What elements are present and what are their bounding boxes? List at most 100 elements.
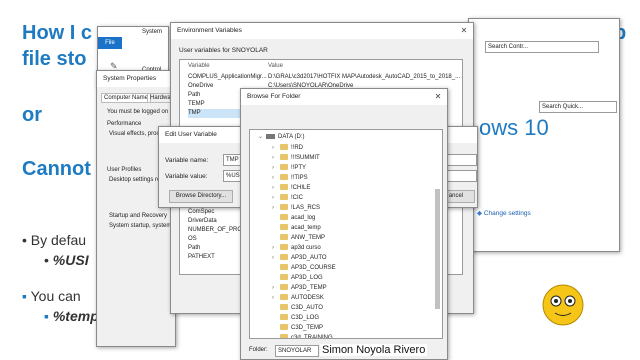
folder-item-label: AUTODESK: [291, 295, 324, 301]
chevron-right-icon[interactable]: ›: [272, 143, 280, 153]
folder-item[interactable]: › ap3d curso: [272, 243, 321, 253]
chevron-right-icon[interactable]: ›: [272, 243, 280, 253]
slide-title-line2: file sto: [22, 48, 87, 70]
tab-computer-name[interactable]: Computer Name: [101, 93, 152, 103]
variable-value-label: Variable value:: [165, 173, 208, 180]
folder-item[interactable]: › !LAS_RCS: [272, 203, 320, 213]
search-control-panel-input[interactable]: Search Contr...: [485, 41, 599, 53]
folder-item[interactable]: ANW_TEMP: [272, 233, 325, 243]
folder-item[interactable]: c3d_TRAINING: [272, 333, 333, 338]
chevron-right-icon[interactable]: ›: [272, 203, 280, 213]
system-var-row[interactable]: DriverData: [188, 217, 217, 226]
folder-item-label: ANW_TEMP: [291, 235, 326, 241]
folder-item[interactable]: › !!TIPS: [272, 173, 308, 183]
folder-item[interactable]: acad_temp: [272, 223, 321, 233]
folder-item[interactable]: C3D_AUTO: [272, 303, 323, 313]
user-var-value: D:\GRAL\c3d2017\HOTFIX MAP\Autodesk_Auto…: [268, 74, 461, 80]
folder-item[interactable]: AP3D_LOG: [272, 273, 323, 283]
folder-item[interactable]: AP3D_COURSE: [272, 263, 336, 273]
system-var-row[interactable]: PATHEXT: [188, 253, 215, 262]
folder-item[interactable]: C3D_TEMP: [272, 323, 323, 333]
folder-icon: [280, 144, 288, 151]
folder-item-label: AP3D_LOG: [291, 275, 323, 281]
chevron-right-icon[interactable]: ›: [272, 183, 280, 193]
chevron-right-icon[interactable]: ›: [272, 153, 280, 163]
scrollbar-thumb[interactable]: [435, 189, 440, 309]
user-profiles-label: User Profiles: [107, 167, 142, 173]
folder-icon: [280, 244, 288, 251]
folder-icon: [280, 154, 288, 161]
chevron-down-icon[interactable]: ⌄: [258, 132, 266, 142]
folder-item[interactable]: › !!RD: [272, 143, 303, 153]
folder-icon: [280, 234, 288, 241]
user-var-row[interactable]: Path: [188, 91, 200, 100]
close-icon[interactable]: ✕: [455, 23, 473, 39]
file-tab[interactable]: File: [98, 37, 122, 49]
presenter-name: Simon Noyola Rivero: [320, 344, 428, 356]
folder-item-label: !!TIPS: [291, 175, 308, 181]
startup-desc: System startup, system f: [109, 223, 175, 229]
folder-icon: [280, 254, 288, 261]
user-vars-label: User variables for SNOYOLAR: [179, 47, 268, 54]
user-profiles-desc: Desktop settings rel: [109, 177, 162, 183]
folder-item-label: AP3D_AUTO: [291, 255, 327, 261]
folder-item[interactable]: › AP3D_TEMP: [272, 283, 327, 293]
folder-icon: [280, 264, 288, 271]
chevron-right-icon[interactable]: ›: [272, 253, 280, 263]
folder-item-label: !CIC: [291, 195, 303, 201]
col-value-header[interactable]: Value: [268, 62, 283, 71]
system-var-row[interactable]: ComSpec: [188, 208, 214, 217]
col-variable-header[interactable]: Variable: [188, 62, 210, 71]
system-var-row[interactable]: Path: [188, 244, 200, 253]
chevron-right-icon[interactable]: ›: [272, 163, 280, 173]
folder-icon: [280, 314, 288, 321]
user-var-row[interactable]: COMPLUS_ApplicationMigr...: [188, 73, 267, 82]
bullet-1: • By defau: [22, 232, 87, 248]
slide-cannot-label: Cannot: [22, 158, 91, 180]
logged-on-note: You must be logged on a: [107, 109, 174, 115]
bullet-1-sub: • %USI: [44, 252, 89, 268]
search-quick-input[interactable]: Search Quick...: [539, 101, 617, 113]
close-icon[interactable]: ✕: [429, 89, 447, 105]
emoji-figure-icon: [542, 284, 584, 326]
folder-item-label: acad_log: [291, 215, 316, 221]
chevron-right-icon[interactable]: ›: [272, 193, 280, 203]
folder-item[interactable]: C3D_LOG: [272, 313, 319, 323]
folder-item-label: !CHILE: [291, 185, 311, 191]
folder-item[interactable]: › !CIC: [272, 193, 303, 203]
slide-title-line1: How I c: [22, 22, 93, 44]
folder-item-label: AP3D_COURSE: [291, 265, 336, 271]
browse-directory-button[interactable]: Browse Directory...: [169, 190, 233, 203]
folder-input[interactable]: SNOYOLAR: [275, 345, 319, 357]
env-vars-title: Environment Variables: [171, 23, 473, 39]
folder-item[interactable]: › AP3D_AUTO: [272, 253, 327, 263]
folder-item[interactable]: › !!PTY: [272, 163, 306, 173]
folder-item[interactable]: › !CHILE: [272, 183, 310, 193]
folder-item[interactable]: › AUTODESK: [272, 293, 324, 303]
drive-icon: [266, 133, 275, 139]
folder-icon: [280, 184, 288, 191]
folder-icon: [280, 224, 288, 231]
chevron-right-icon[interactable]: ›: [272, 283, 280, 293]
system-properties-window: System Properties Computer Name Hardwar …: [96, 70, 176, 347]
folder-item[interactable]: › !!!SUMMIT: [272, 153, 320, 163]
folder-icon: [280, 174, 288, 181]
folder-item-label: ap3d curso: [291, 245, 321, 251]
folder-tree[interactable]: ⌄ DATA (D:) › !!RD › !!!SUMMIT › !!PTY › !!TIPS ›…: [249, 129, 443, 339]
chevron-right-icon[interactable]: ›: [272, 173, 280, 183]
user-var-row-selected[interactable]: TMP: [188, 109, 248, 118]
folder-item-label: acad_temp: [291, 225, 321, 231]
folder-icon: [280, 274, 288, 281]
folder-icon: [280, 294, 288, 301]
chevron-right-icon[interactable]: ›: [272, 293, 280, 303]
startup-label: Startup and Recovery: [109, 213, 168, 219]
system-var-row[interactable]: OS: [188, 235, 197, 244]
folder-item[interactable]: acad_log: [272, 213, 315, 223]
user-var-row[interactable]: TEMP: [188, 100, 205, 109]
folder-item-label: !!PTY: [291, 165, 307, 171]
change-settings-link[interactable]: ◆ Change settings: [477, 209, 531, 217]
user-var-row[interactable]: OneDrive: [188, 82, 213, 91]
drive-node[interactable]: ⌄ DATA (D:): [258, 132, 304, 142]
folder-item-label: C3D_TEMP: [291, 325, 324, 331]
change-settings-label: Change settings: [483, 210, 531, 217]
